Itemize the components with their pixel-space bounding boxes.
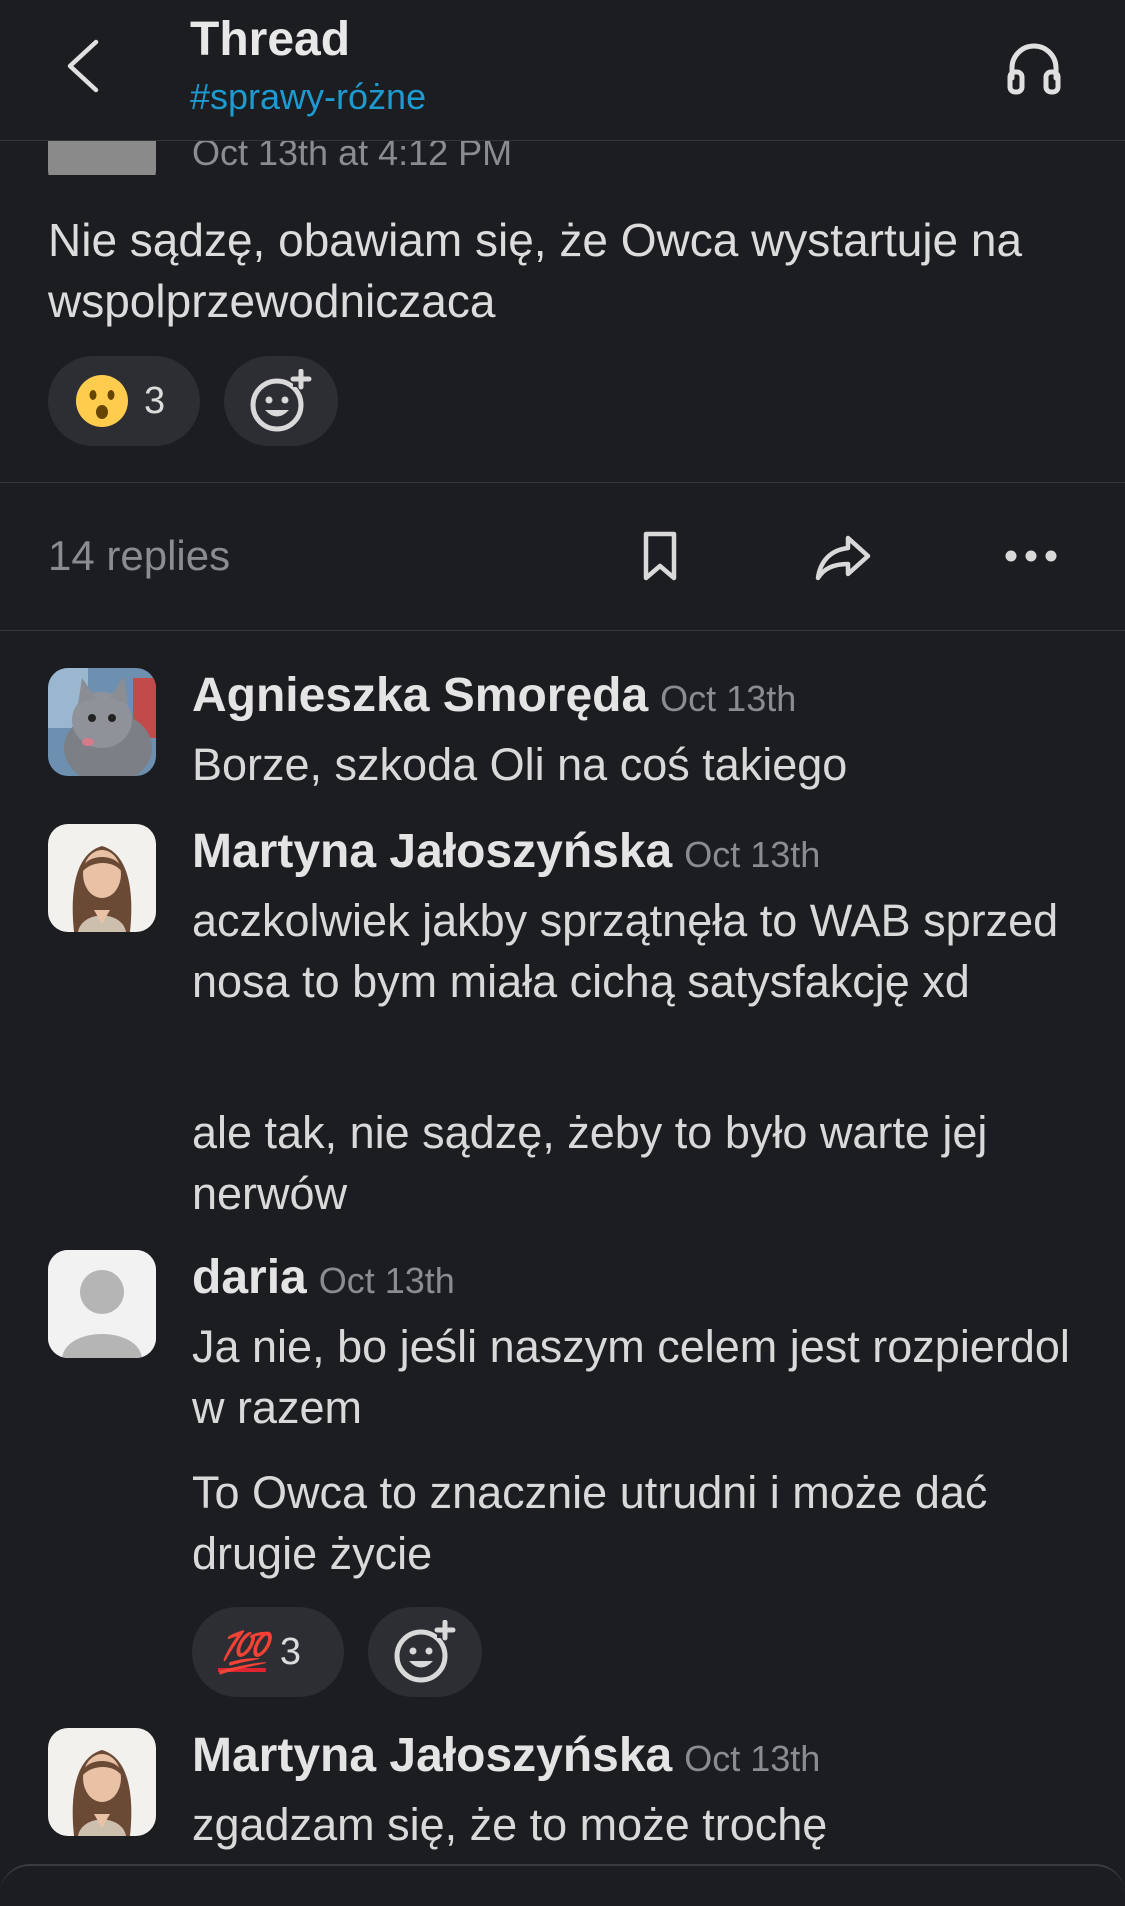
avatar[interactable] bbox=[48, 1728, 156, 1836]
reaction-count: 3 bbox=[279, 1630, 301, 1673]
reaction-count: 3 bbox=[144, 379, 166, 422]
chevron-left-icon bbox=[67, 39, 99, 93]
hundred-points-icon: 💯 bbox=[218, 1630, 268, 1675]
more-dots-icon bbox=[1005, 550, 1057, 562]
page-title: Thread bbox=[190, 13, 351, 66]
add-reaction-button[interactable] bbox=[224, 356, 338, 446]
message-time: Oct 13th bbox=[684, 1738, 821, 1779]
reaction-pill[interactable]: 💯 3 bbox=[192, 1607, 344, 1697]
replies-count: 14 replies bbox=[48, 532, 231, 579]
parent-timestamp: Oct 13th at 4:12 PM bbox=[192, 140, 513, 173]
message-time: Oct 13th bbox=[660, 678, 797, 719]
add-emoji-icon bbox=[250, 369, 312, 432]
composer-edge[interactable] bbox=[0, 1864, 1125, 1906]
share-arrow-icon bbox=[815, 535, 871, 581]
message-text: zgadzam się, że to może trochę bbox=[192, 1799, 828, 1850]
message-time: Oct 13th bbox=[318, 1260, 455, 1301]
huddle-button[interactable] bbox=[1004, 38, 1064, 98]
headphones-icon bbox=[1007, 43, 1061, 95]
thread-header: Thread #sprawy-różne bbox=[0, 0, 1125, 141]
cat-photo-icon bbox=[48, 668, 156, 776]
default-user-icon bbox=[48, 1250, 156, 1358]
author-name[interactable]: Martyna Jałoszyńska bbox=[192, 825, 672, 878]
message-time: Oct 13th bbox=[684, 834, 821, 875]
hushed-face-icon bbox=[76, 375, 128, 427]
message-text: Borze, szkoda Oli na coś takiego bbox=[192, 739, 848, 790]
bookmark-icon bbox=[643, 531, 677, 581]
avatar[interactable] bbox=[48, 824, 156, 932]
message-text: ale tak, nie sądzę, żeby to było warte j… bbox=[192, 1107, 988, 1219]
more-button[interactable] bbox=[1004, 548, 1058, 569]
save-button[interactable] bbox=[640, 530, 680, 587]
back-button[interactable] bbox=[60, 38, 110, 94]
message-text: To Owca to znacznie utrudni i może dać d… bbox=[192, 1467, 988, 1579]
reaction-pill[interactable]: 3 bbox=[48, 356, 200, 446]
parent-message-header: Oct 13th at 4:12 PM bbox=[0, 140, 1125, 175]
message-text: Ja nie, bo jeśli naszym celem jest rozpi… bbox=[192, 1321, 1070, 1433]
message-text: aczkolwiek jakby sprzątnęła to WAB sprze… bbox=[192, 895, 1059, 1007]
divider bbox=[0, 630, 1125, 631]
avatar[interactable] bbox=[48, 140, 156, 175]
add-emoji-icon bbox=[394, 1620, 456, 1683]
person-photo-icon bbox=[48, 824, 156, 932]
avatar[interactable] bbox=[48, 668, 156, 776]
avatar[interactable] bbox=[48, 1250, 156, 1358]
divider bbox=[0, 482, 1125, 483]
person-photo-icon bbox=[48, 1728, 156, 1836]
author-name[interactable]: daria bbox=[192, 1251, 307, 1304]
author-name[interactable]: Agnieszka Smoręda bbox=[192, 669, 648, 722]
author-name[interactable]: Martyna Jałoszyńska bbox=[192, 1729, 672, 1782]
add-reaction-button[interactable] bbox=[368, 1607, 482, 1697]
channel-link[interactable]: #sprawy-różne bbox=[190, 76, 426, 118]
parent-message-text: Nie sądzę, obawiam się, że Owca wystartu… bbox=[48, 214, 1023, 327]
share-button[interactable] bbox=[814, 532, 874, 587]
